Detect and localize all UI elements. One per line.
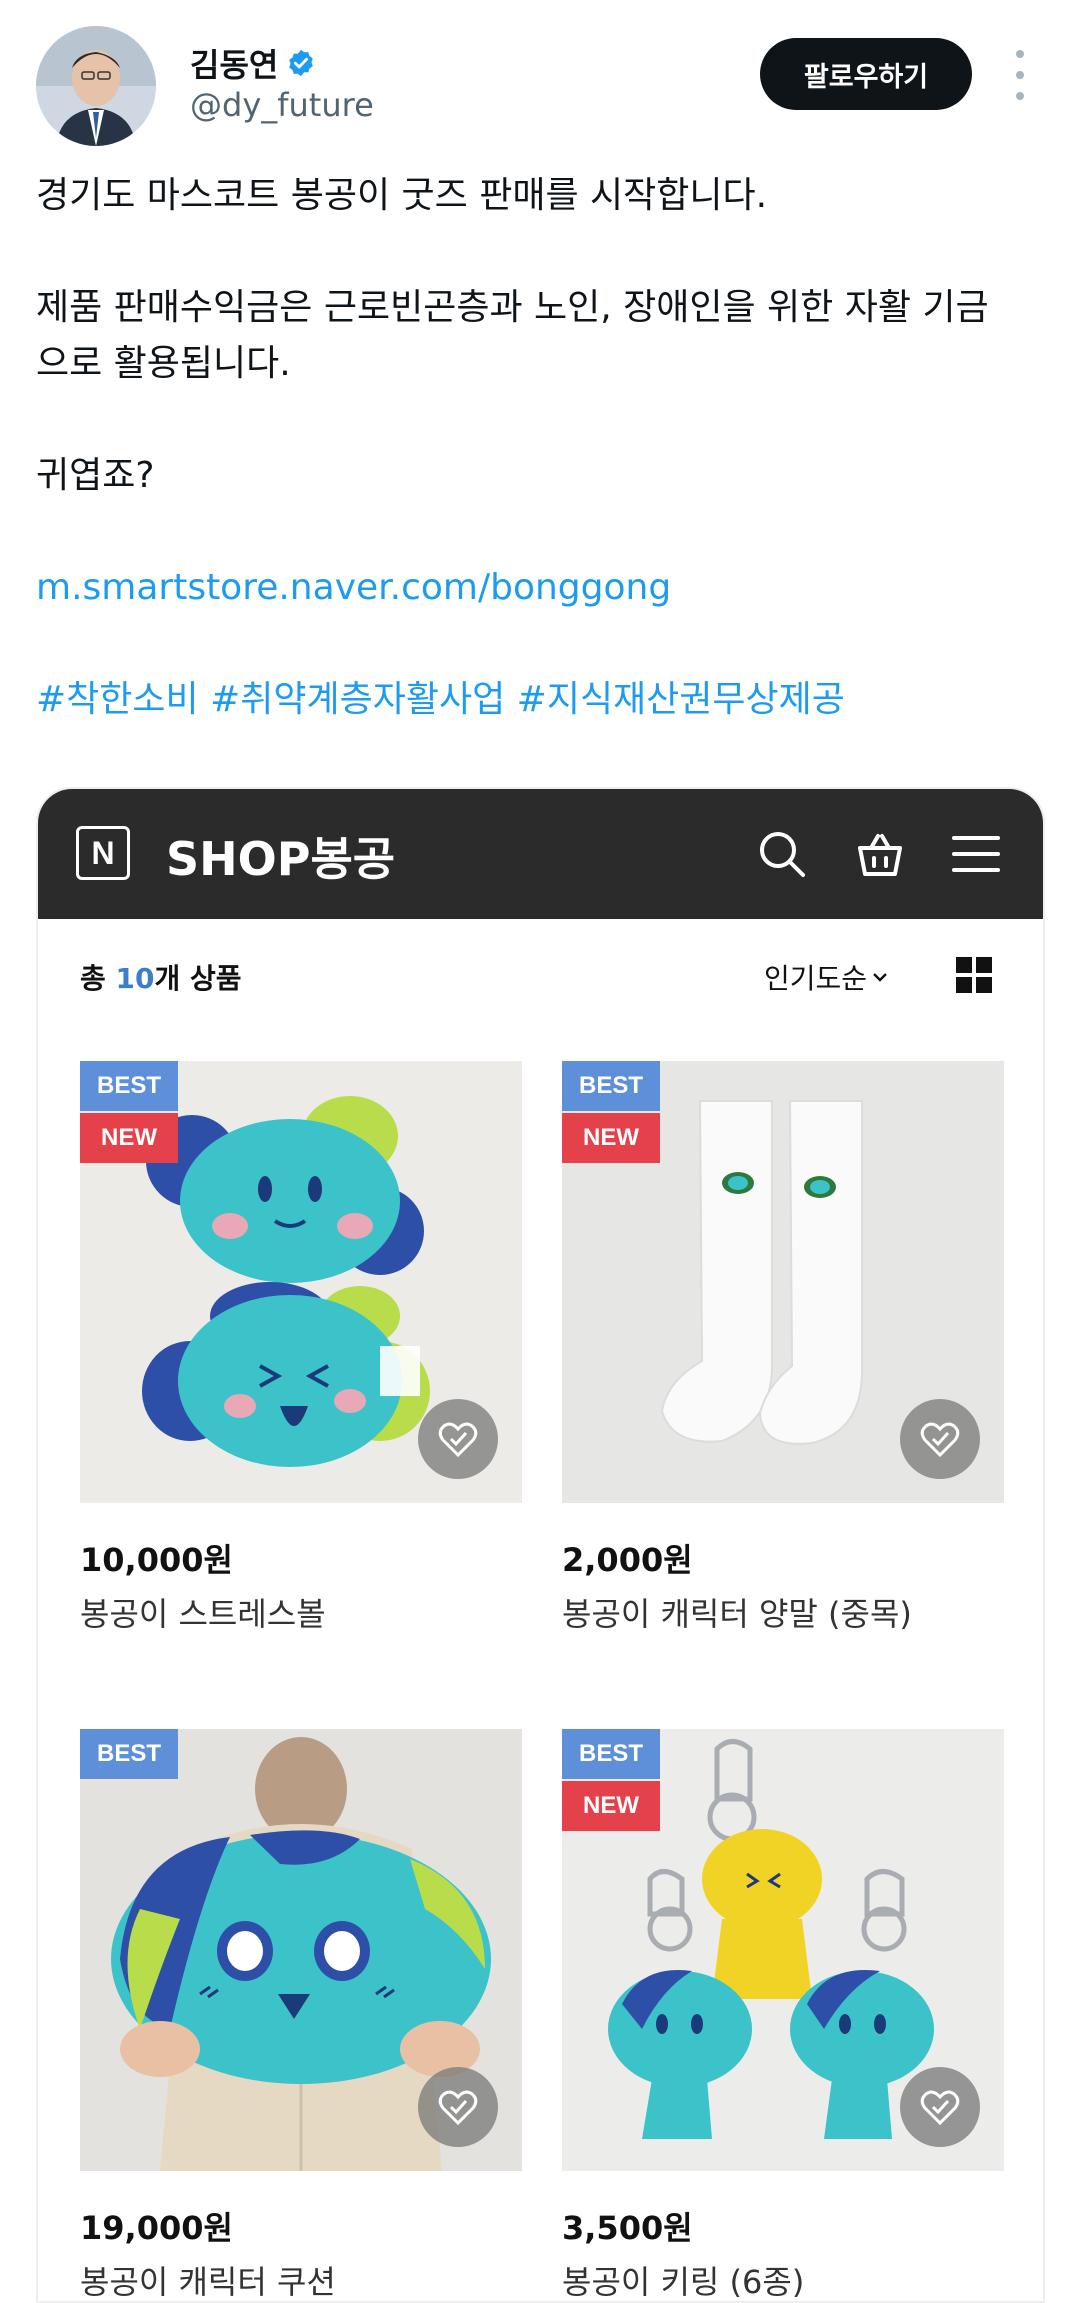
best-badge: BEST: [80, 1729, 178, 1779]
menu-icon[interactable]: [944, 822, 1008, 886]
tweet-text-line-3: 으로 활용됩니다.: [36, 343, 291, 384]
best-badge: BEST: [562, 1061, 660, 1111]
naver-logo-icon[interactable]: N: [76, 826, 130, 880]
product-image[interactable]: BEST NEW: [562, 1061, 1004, 1503]
verified-badge-icon: [289, 49, 314, 77]
chevron-down-icon: [873, 973, 887, 982]
follow-button[interactable]: 팔로우하기: [760, 38, 972, 110]
product-image[interactable]: BEST: [80, 1729, 522, 2171]
wishlist-icon[interactable]: [900, 2067, 980, 2147]
sort-dropdown[interactable]: 인기도순: [764, 957, 889, 997]
best-badge: BEST: [80, 1061, 178, 1111]
grid-view-icon[interactable]: [956, 957, 992, 993]
new-badge: NEW: [562, 1113, 660, 1163]
new-badge: NEW: [562, 1781, 660, 1831]
more-options-icon[interactable]: [1008, 50, 1032, 100]
product-count: 총 10개 상품: [80, 957, 242, 997]
product-image[interactable]: BEST NEW: [80, 1061, 522, 1503]
count-prefix: 총: [80, 962, 116, 995]
search-icon[interactable]: [750, 822, 814, 886]
tweet-link[interactable]: m.smartstore.naver.com/bonggong: [36, 560, 671, 616]
tweet-text-line-1: 경기도 마스코트 봉공이 굿즈 판매를 시작합니다.: [36, 175, 768, 216]
product-name[interactable]: 봉공이 캐릭터 쿠션: [80, 2257, 336, 2301]
best-badge: BEST: [562, 1729, 660, 1779]
wishlist-icon[interactable]: [418, 1399, 498, 1479]
count-number: 10: [115, 962, 155, 995]
wishlist-icon[interactable]: [418, 2067, 498, 2147]
author-name[interactable]: 김동연: [190, 40, 278, 86]
count-suffix: 개 상품: [154, 962, 242, 995]
author-name-row[interactable]: 김동연: [190, 40, 316, 86]
product-name[interactable]: 봉공이 키링 (6종): [562, 2257, 804, 2301]
product-name[interactable]: 봉공이 캐릭터 양말 (중목): [562, 1589, 912, 1635]
avatar[interactable]: [36, 26, 156, 146]
tweet-text-line-4: 귀엽죠?: [36, 455, 155, 496]
product-price: 2,000원: [562, 1541, 693, 1579]
tweet-text-line-2: 제품 판매수익금은 근로빈곤층과 노인, 장애인을 위한 자활 기금: [36, 287, 989, 328]
new-badge: NEW: [80, 1113, 178, 1163]
author-handle[interactable]: @dy_future: [190, 86, 374, 124]
product-name[interactable]: 봉공이 스트레스볼: [80, 1589, 326, 1635]
product-price: 3,500원: [562, 2209, 693, 2247]
shop-card[interactable]: N SHOP봉공 총 10개 상품 인기도순 BEST NEW 10,000원 …: [36, 787, 1045, 2303]
product-price: 19,000원: [80, 2209, 233, 2247]
product-price: 10,000원: [80, 1541, 233, 1579]
shop-title[interactable]: SHOP봉공: [166, 823, 395, 889]
sort-label: 인기도순: [764, 962, 868, 995]
product-image[interactable]: BEST NEW: [562, 1729, 1004, 2171]
shop-header-bar: N SHOP봉공: [38, 789, 1043, 919]
tweet-header: 김동연 @dy_future 팔로우하기: [0, 0, 1079, 150]
wishlist-icon[interactable]: [900, 1399, 980, 1479]
tweet-hashtags[interactable]: #착한소비 #취약계층자활사업 #지식재산권무상제공: [36, 672, 845, 728]
bag-icon[interactable]: [848, 822, 912, 886]
